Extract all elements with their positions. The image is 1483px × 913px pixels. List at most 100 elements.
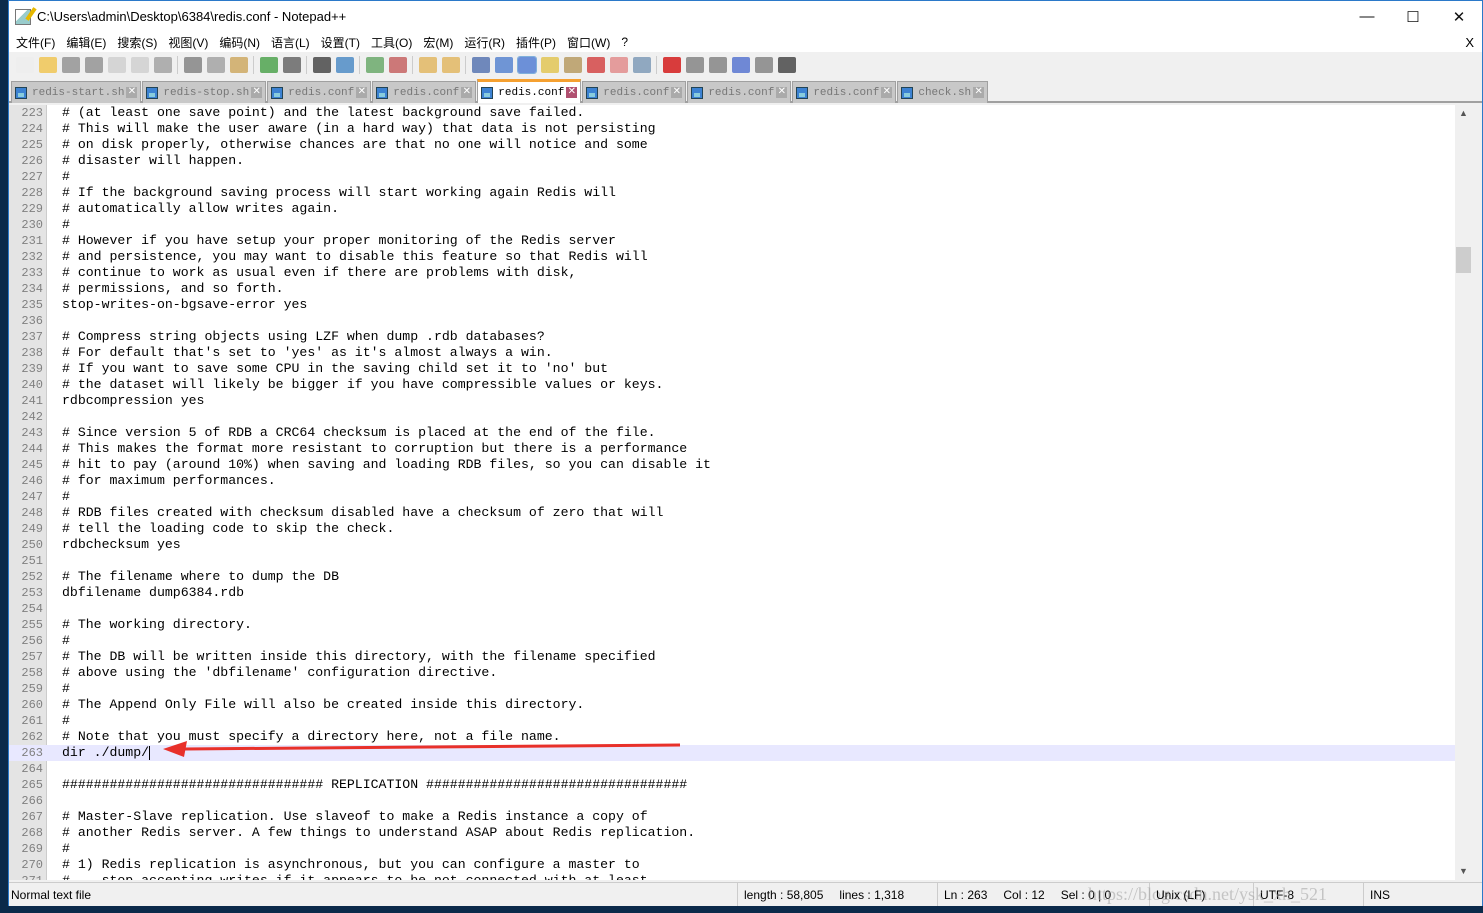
menu-item[interactable]: 插件(P) xyxy=(513,34,564,51)
close-tab-icon[interactable]: ✕ xyxy=(126,87,138,98)
tab-redis-conf[interactable]: redis.conf ✕ xyxy=(687,81,792,103)
minimize-button[interactable]: — xyxy=(1344,8,1390,26)
spell-check-icon[interactable] xyxy=(777,56,796,73)
menu-item[interactable]: 文件(F) xyxy=(13,34,63,51)
udl-icon[interactable] xyxy=(540,56,559,73)
scroll-thumb[interactable] xyxy=(1456,247,1471,273)
code-line[interactable]: 248 # RDB files created with checksum dis… xyxy=(9,505,1455,521)
close-tab-icon[interactable]: ✕ xyxy=(776,87,788,98)
doc-map-icon[interactable] xyxy=(563,56,582,73)
tab-check-sh[interactable]: check.sh ✕ xyxy=(897,81,989,103)
menu-item[interactable]: 窗口(W) xyxy=(564,34,618,51)
tab-redis-conf[interactable]: redis.conf ✕ xyxy=(267,81,372,103)
tab-redis-start-sh[interactable]: redis-start.sh ✕ xyxy=(11,81,142,103)
code-line[interactable]: 241 rdbcompression yes xyxy=(9,393,1455,409)
code-line[interactable]: 240 # the dataset will likely be bigger i… xyxy=(9,377,1455,393)
code-line[interactable]: 256 # xyxy=(9,633,1455,649)
sync-v-icon[interactable] xyxy=(418,56,437,73)
code-line[interactable]: 243 # Since version 5 of RDB a CRC64 chec… xyxy=(9,425,1455,441)
code-line[interactable]: 239 # If you want to save some CPU in the… xyxy=(9,361,1455,377)
code-line[interactable]: 226 # disaster will happen. xyxy=(9,153,1455,169)
code-line[interactable]: 268 # another Redis server. A few things … xyxy=(9,825,1455,841)
code-line[interactable]: 236 xyxy=(9,313,1455,329)
close-tab-icon[interactable]: ✕ xyxy=(973,87,985,98)
tab-redis-conf[interactable]: redis.conf ✕ xyxy=(582,81,687,103)
code-line[interactable]: 264 xyxy=(9,761,1455,777)
code-line[interactable]: 249 # tell the loading code to skip the c… xyxy=(9,521,1455,537)
close-tab-icon[interactable]: ✕ xyxy=(566,87,578,98)
editor[interactable]: 223 # (at least one save point) and the l… xyxy=(9,105,1455,880)
code-line[interactable]: 246 # for maximum performances. xyxy=(9,473,1455,489)
code-line[interactable]: 228 # If the background saving process wi… xyxy=(9,185,1455,201)
code-line[interactable]: 253 dbfilename dump6384.rdb xyxy=(9,585,1455,601)
code-line[interactable]: 262 # Note that you must specify a direct… xyxy=(9,729,1455,745)
menu-item[interactable]: 运行(R) xyxy=(461,34,513,51)
close-document-button[interactable]: X xyxy=(1465,35,1482,50)
menu-item[interactable]: 编码(N) xyxy=(216,34,268,51)
play-macro-icon[interactable] xyxy=(708,56,727,73)
close-tab-icon[interactable]: ✕ xyxy=(356,87,368,98)
replace-icon[interactable] xyxy=(335,56,354,73)
code-line[interactable]: 254 xyxy=(9,601,1455,617)
code-line[interactable]: 265 ################################# REP… xyxy=(9,777,1455,793)
code-line[interactable]: 233 # continue to work as usual even if t… xyxy=(9,265,1455,281)
close-tab-icon[interactable]: ✕ xyxy=(461,87,473,98)
zoom-in-icon[interactable] xyxy=(365,56,384,73)
code-line[interactable]: 244 # This makes the format more resistan… xyxy=(9,441,1455,457)
menu-item[interactable]: 宏(M) xyxy=(420,34,461,51)
menu-item[interactable]: ? xyxy=(618,35,636,49)
code-line[interactable]: 250 rdbchecksum yes xyxy=(9,537,1455,553)
record-macro-icon[interactable] xyxy=(662,56,681,73)
save-macro-icon[interactable] xyxy=(754,56,773,73)
code-line[interactable]: 269 # xyxy=(9,841,1455,857)
code-line[interactable]: 234 # permissions, and so forth. xyxy=(9,281,1455,297)
code-line[interactable]: 260 # The Append Only File will also be c… xyxy=(9,697,1455,713)
code-line[interactable]: 261 # xyxy=(9,713,1455,729)
code-line[interactable]: 259 # xyxy=(9,681,1455,697)
code-line[interactable]: 225 # on disk properly, otherwise chances… xyxy=(9,137,1455,153)
menu-item[interactable]: 工具(O) xyxy=(368,34,420,51)
code-line[interactable]: 227 # xyxy=(9,169,1455,185)
code-line[interactable]: 266 xyxy=(9,793,1455,809)
open-icon[interactable] xyxy=(38,56,57,73)
code-line[interactable]: 242 xyxy=(9,409,1455,425)
undo-icon[interactable] xyxy=(259,56,278,73)
tab-redis-conf[interactable]: redis.conf ✕ xyxy=(792,81,897,103)
scroll-up-icon[interactable]: ▲ xyxy=(1455,105,1472,122)
run-macro-multiple-icon[interactable] xyxy=(731,56,750,73)
code-line[interactable]: 232 # and persistence, you may want to di… xyxy=(9,249,1455,265)
close-all-icon[interactable] xyxy=(130,56,149,73)
monitor-icon[interactable] xyxy=(632,56,651,73)
word-wrap-icon[interactable] xyxy=(471,56,490,73)
stop-record-icon[interactable] xyxy=(685,56,704,73)
menu-item[interactable]: 搜索(S) xyxy=(114,34,165,51)
save-all-icon[interactable] xyxy=(84,56,103,73)
code-line[interactable]: 238 # For default that's set to 'yes' as … xyxy=(9,345,1455,361)
tab-redis-conf[interactable]: redis.conf ✕ xyxy=(477,79,582,103)
code-line[interactable]: 223 # (at least one save point) and the l… xyxy=(9,105,1455,121)
indent-guide-icon[interactable] xyxy=(516,55,537,74)
code-line[interactable]: 235 stop-writes-on-bgsave-error yes xyxy=(9,297,1455,313)
close-button[interactable]: ✕ xyxy=(1436,8,1482,26)
code-line[interactable]: 224 # This will make the user aware (in a… xyxy=(9,121,1455,137)
folder-workspace-icon[interactable] xyxy=(609,56,628,73)
cut-icon[interactable] xyxy=(183,56,202,73)
code-line[interactable]: 251 xyxy=(9,553,1455,569)
code-line[interactable]: 230 # xyxy=(9,217,1455,233)
menu-item[interactable]: 语言(L) xyxy=(268,34,318,51)
menu-item[interactable]: 视图(V) xyxy=(165,34,216,51)
copy-icon[interactable] xyxy=(206,56,225,73)
maximize-button[interactable]: ☐ xyxy=(1390,8,1436,26)
function-list-icon[interactable] xyxy=(586,56,605,73)
code-line[interactable]: 231 # However if you have setup your prop… xyxy=(9,233,1455,249)
code-line[interactable]: 252 # The filename where to dump the DB xyxy=(9,569,1455,585)
close-tab-icon[interactable]: ✕ xyxy=(671,87,683,98)
code-line[interactable]: 257 # The DB will be written inside this … xyxy=(9,649,1455,665)
sync-h-icon[interactable] xyxy=(441,56,460,73)
tab-redis-conf[interactable]: redis.conf ✕ xyxy=(372,81,477,103)
vertical-scrollbar[interactable]: ▲ ▼ xyxy=(1455,105,1472,880)
new-icon[interactable] xyxy=(15,56,34,73)
code-line[interactable]: 263 dir ./dump/ xyxy=(9,745,1455,761)
redo-icon[interactable] xyxy=(282,56,301,73)
menu-item[interactable]: 编辑(E) xyxy=(63,34,114,51)
